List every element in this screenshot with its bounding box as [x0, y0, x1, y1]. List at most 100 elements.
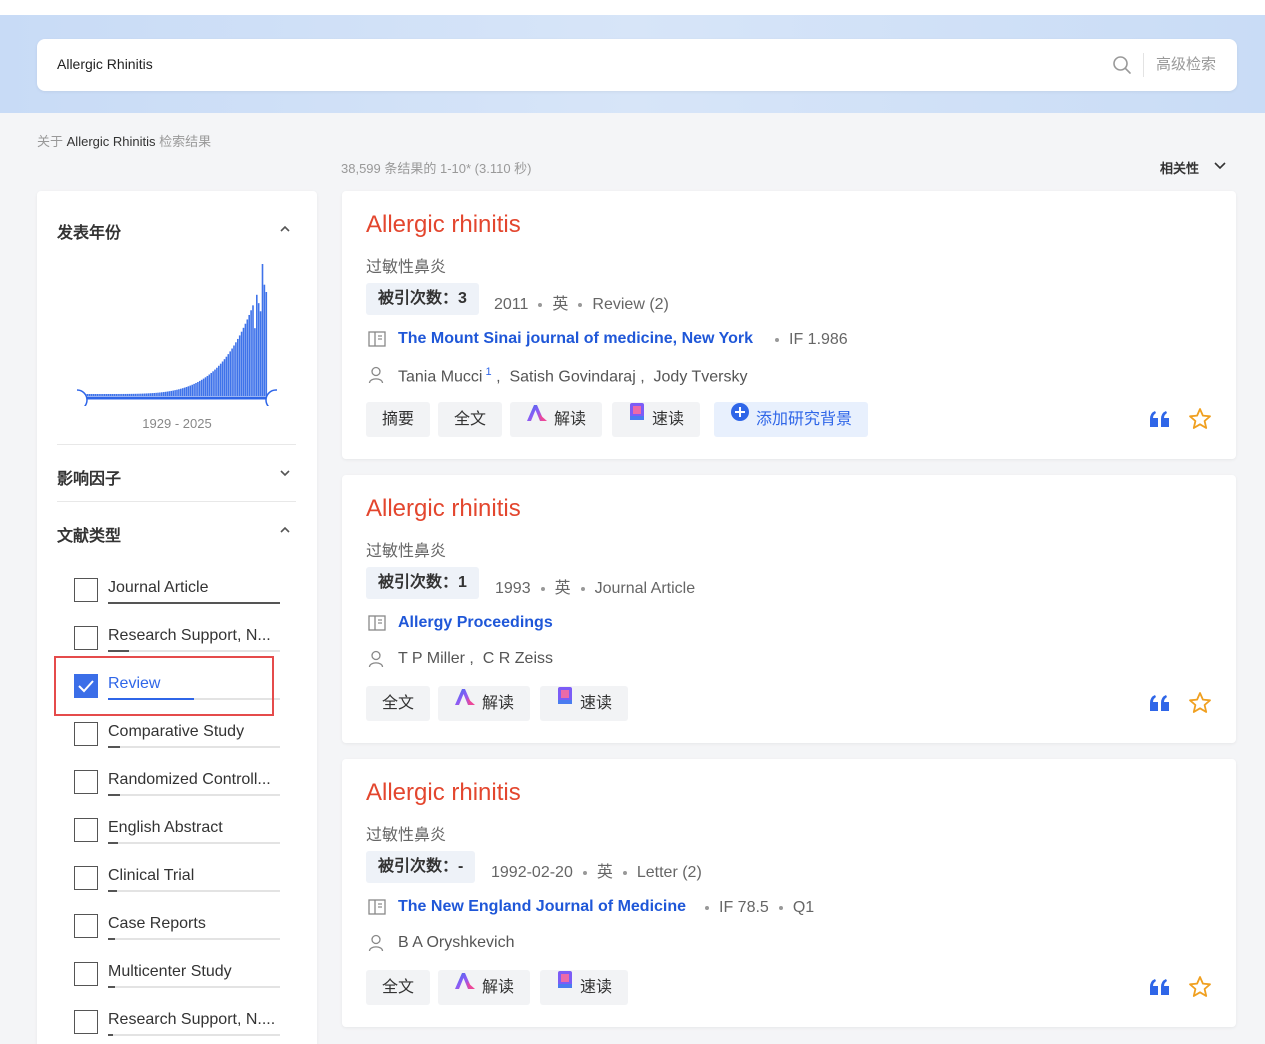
histogram-bar: [250, 310, 252, 396]
checkbox[interactable]: [74, 962, 98, 986]
speed-read-button[interactable]: 速读: [540, 686, 629, 721]
doc-type-count-bar: [108, 794, 280, 796]
author-name[interactable]: Jody Tversky: [654, 368, 748, 385]
doc-type-label[interactable]: Research Support, N....: [108, 1011, 280, 1029]
histogram-bar: [176, 389, 178, 396]
author-name[interactable]: T P Miller: [398, 650, 465, 667]
speed-read-button[interactable]: 速读: [540, 970, 629, 1005]
doc-type-option[interactable]: Randomized Controll...: [74, 769, 280, 796]
doc-type-option[interactable]: Research Support, N...: [74, 625, 280, 652]
author-name[interactable]: Satish Govindaraj: [509, 368, 635, 385]
doc-type-label[interactable]: Multicenter Study: [108, 963, 280, 981]
doc-type-label[interactable]: Comparative Study: [108, 723, 280, 741]
search-icon[interactable]: [1112, 55, 1132, 75]
checkbox[interactable]: [74, 914, 98, 938]
facet-title-type[interactable]: 文献类型: [57, 522, 121, 546]
journal-link[interactable]: The New England Journal of Medicine: [398, 898, 686, 916]
language: 英: [596, 864, 613, 881]
doc-type-label[interactable]: Case Reports: [108, 915, 280, 933]
ai-read-button[interactable]: 解读: [438, 686, 531, 721]
favorite-star-icon[interactable]: [1188, 691, 1212, 720]
doc-type-option[interactable]: Multicenter Study: [74, 961, 280, 988]
year-range-label: 1929 - 2025: [142, 416, 212, 431]
impact-factor: IF 1.986: [765, 331, 848, 349]
author-icon: [368, 934, 384, 957]
checkbox[interactable]: [74, 626, 98, 650]
doc-type-label[interactable]: English Abstract: [108, 819, 280, 837]
cite-quote-icon[interactable]: [1149, 410, 1171, 433]
abstract-button[interactable]: 摘要: [366, 402, 431, 437]
histogram-bar: [240, 331, 243, 396]
search-input[interactable]: Allergic Rhinitis: [57, 56, 153, 72]
checkbox[interactable]: [74, 866, 98, 890]
doc-type-label[interactable]: Research Support, N...: [108, 627, 280, 645]
checkbox[interactable]: [74, 578, 98, 602]
chevron-down-icon[interactable]: [279, 467, 291, 479]
doc-type-label[interactable]: Clinical Trial: [108, 867, 280, 885]
doc-type-label[interactable]: Randomized Controll...: [108, 771, 280, 789]
chevron-up-icon[interactable]: [279, 524, 291, 536]
histogram-bar: [162, 392, 165, 396]
advanced-search-link[interactable]: 高级检索: [1156, 53, 1216, 74]
fulltext-button[interactable]: 全文: [366, 686, 431, 721]
favorite-star-icon[interactable]: [1188, 407, 1212, 436]
histogram-bar: [98, 393, 100, 396]
fulltext-button[interactable]: 全文: [438, 402, 503, 437]
ai-read-button[interactable]: 解读: [510, 402, 603, 437]
sort-dropdown[interactable]: 相关性: [1160, 158, 1226, 177]
histogram-bar: [170, 390, 173, 396]
result-title[interactable]: Allergic rhinitis: [366, 211, 521, 239]
author-name[interactable]: Tania Mucci: [398, 368, 482, 385]
histogram-bar: [238, 335, 241, 396]
histogram-bar: [113, 393, 116, 396]
histogram-bar: [138, 393, 140, 396]
histogram-bar: [200, 379, 203, 396]
histogram-bar: [189, 385, 192, 396]
facet-title-impact[interactable]: 影响因子: [57, 465, 121, 489]
result-translated-title: 过敏性鼻炎: [366, 259, 447, 276]
doc-type-label[interactable]: Journal Article: [108, 579, 280, 597]
chevron-up-icon[interactable]: [279, 223, 291, 235]
doc-type-option[interactable]: Research Support, N....: [74, 1009, 280, 1036]
author-affiliation-sup: 1: [482, 366, 492, 378]
histogram-bar: [246, 319, 249, 396]
checkbox[interactable]: [74, 818, 98, 842]
button-label: 全文: [454, 411, 487, 428]
search-box[interactable]: Allergic Rhinitis 高级检索: [37, 39, 1237, 91]
journal-link[interactable]: The Mount Sinai journal of medicine, New…: [398, 330, 753, 348]
cite-quote-icon[interactable]: [1149, 978, 1171, 1001]
button-label: 速读: [580, 695, 613, 712]
doc-type-count-fill: [108, 602, 280, 604]
speed-read-button[interactable]: 速读: [612, 402, 701, 437]
doc-type-option[interactable]: Journal Article: [74, 577, 280, 604]
histogram-bars: [85, 264, 268, 396]
result-title[interactable]: Allergic rhinitis: [366, 495, 521, 523]
author-name[interactable]: B A Oryshkevich: [398, 934, 515, 951]
journal-link[interactable]: Allergy Proceedings: [398, 614, 553, 632]
doc-type-count-fill: [108, 986, 115, 988]
cite-quote-icon[interactable]: [1149, 694, 1171, 717]
facet-title-year[interactable]: 发表年份: [57, 219, 121, 243]
checkbox[interactable]: [74, 1010, 98, 1034]
doc-type-option[interactable]: Case Reports: [74, 913, 280, 940]
fulltext-button[interactable]: 全文: [366, 970, 431, 1005]
favorite-star-icon[interactable]: [1188, 975, 1212, 1004]
checkbox[interactable]: [74, 722, 98, 746]
separator-dot: [775, 337, 779, 342]
doc-type-count-bar: [108, 890, 280, 892]
histogram-bar: [259, 311, 262, 396]
checkbox[interactable]: [74, 770, 98, 794]
author-name[interactable]: C R Zeiss: [483, 650, 553, 667]
doc-type-option[interactable]: English Abstract: [74, 817, 280, 844]
doc-type-option[interactable]: Comparative Study: [74, 721, 280, 748]
button-label: 速读: [580, 979, 613, 996]
histogram-bar: [191, 384, 193, 396]
result-title[interactable]: Allergic rhinitis: [366, 779, 521, 807]
histogram-bar: [153, 392, 155, 396]
histogram-bar: [185, 386, 188, 396]
add-background-button[interactable]: 添加研究背景: [714, 402, 869, 437]
doc-type-option[interactable]: Clinical Trial: [74, 865, 280, 892]
histogram-bar: [242, 327, 245, 396]
ai-read-button[interactable]: 解读: [438, 970, 531, 1005]
histogram-bar: [149, 393, 152, 396]
